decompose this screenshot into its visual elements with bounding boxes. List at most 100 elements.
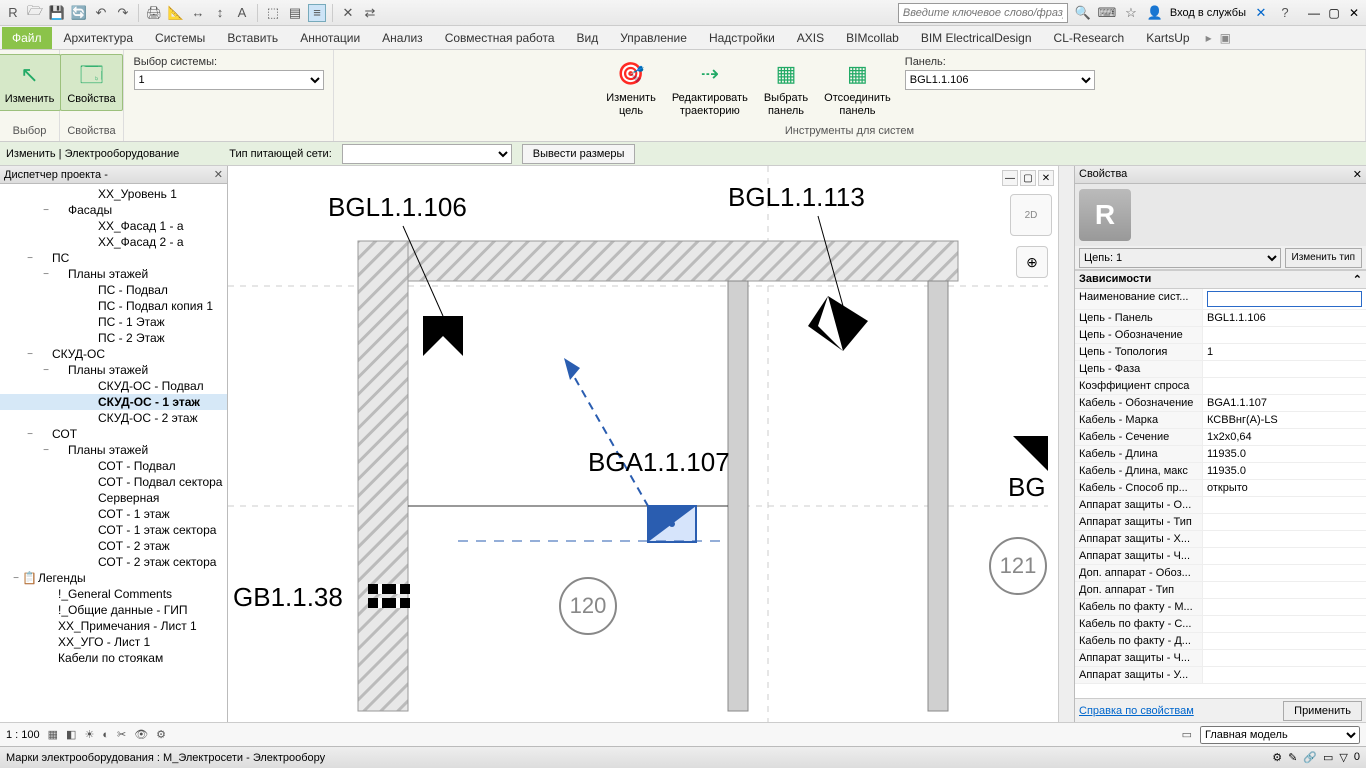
project-tree[interactable]: XX_Уровень 1−ФасадыXX_Фасад 1 - аXX_Фаса… [0,184,227,722]
workset-select[interactable]: Главная модель [1200,726,1360,744]
reveal-icon[interactable]: ⚙ [156,728,166,741]
tree-node[interactable]: СОТ - 2 этаж сектора [0,554,227,570]
tree-node[interactable]: СОТ - 1 этаж сектора [0,522,227,538]
tab-addins[interactable]: Надстройки [699,27,785,49]
search-icon[interactable]: 🔍 [1074,4,1092,22]
maximize-icon[interactable]: ▢ [1326,6,1342,20]
property-row[interactable]: Цепь - Топология1 [1075,344,1366,361]
property-row[interactable]: Коэффициент спроса [1075,378,1366,395]
tab-annotations[interactable]: Аннотации [290,27,370,49]
property-row[interactable]: Аппарат защиты - Тип [1075,514,1366,531]
status-select-icon[interactable]: ▭ [1323,751,1333,764]
property-row[interactable]: Аппарат защиты - У... [1075,667,1366,684]
property-grid[interactable]: Зависимости⌃ Наименование сист...Цепь - … [1075,270,1366,698]
property-row[interactable]: Аппарат защиты - Х... [1075,531,1366,548]
property-row[interactable]: Кабель - МаркаКСВВнг(А)-LS [1075,412,1366,429]
search-input[interactable] [898,3,1068,23]
tree-node[interactable]: Серверная [0,490,227,506]
tree-node[interactable]: Кабели по стоякам [0,650,227,666]
tree-node[interactable]: СОТ - 1 этаж [0,506,227,522]
tab-file[interactable]: Файл [2,27,52,49]
property-row[interactable]: Кабель - ОбозначениеBGA1.1.107 [1075,395,1366,412]
tab-insert[interactable]: Вставить [217,27,288,49]
tree-node[interactable]: !_Общие данные - ГИП [0,602,227,618]
3d-icon[interactable]: ⬚ [264,4,282,22]
tree-node[interactable]: СОТ - Подвал сектора [0,474,227,490]
close-window-icon[interactable]: ✕ [1346,6,1362,20]
tab-systems[interactable]: Системы [145,27,215,49]
tree-node[interactable]: СОТ - Подвал [0,458,227,474]
tree-node[interactable]: −СОТ [0,426,227,442]
tree-node[interactable]: XX_УГО - Лист 1 [0,634,227,650]
select-panel-button[interactable]: ▦Выбрать панель [758,54,814,121]
tab-architecture[interactable]: Архитектура [54,27,144,49]
tab-axis[interactable]: AXIS [787,27,834,49]
sync-icon[interactable]: 🔄 [70,4,88,22]
edit-type-button[interactable]: Изменить тип [1285,248,1362,268]
property-row[interactable]: Цепь - ПанельBGL1.1.106 [1075,310,1366,327]
property-row[interactable]: Наименование сист... [1075,289,1366,310]
tabs-overflow-icon[interactable]: ▸ [1206,31,1212,45]
properties-help-link[interactable]: Справка по свойствам [1079,705,1194,717]
tab-view[interactable]: Вид [567,27,609,49]
redo-icon[interactable]: ↷ [114,4,132,22]
tree-node[interactable]: XX_Примечания - Лист 1 [0,618,227,634]
tree-node[interactable]: СОТ - 2 этаж [0,538,227,554]
align-icon[interactable]: ↔ [189,4,207,22]
user-icon[interactable]: 👤 [1146,4,1164,22]
open-icon[interactable]: 🗁 [26,4,44,22]
tree-node[interactable]: −Фасады [0,202,227,218]
section-icon[interactable]: ▤ [286,4,304,22]
tab-analysis[interactable]: Анализ [372,27,433,49]
tree-node[interactable]: −Планы этажей [0,362,227,378]
property-row[interactable]: Доп. аппарат - Тип [1075,582,1366,599]
tree-node[interactable]: −Планы этажей [0,442,227,458]
app-icon[interactable]: R [4,4,22,22]
output-dims-button[interactable]: Вывести размеры [522,144,636,164]
tree-node[interactable]: ПС - Подвал копия 1 [0,298,227,314]
tab-bimcollab[interactable]: BIMcollab [836,27,909,49]
tree-node[interactable]: ПС - 2 Этаж [0,330,227,346]
detach-panel-button[interactable]: ▦Отсоединить панель [818,54,897,121]
property-row[interactable]: Кабель по факту - М... [1075,599,1366,616]
tree-node[interactable]: СКУД-ОС - Подвал [0,378,227,394]
keys-icon[interactable]: ⌨ [1098,4,1116,22]
sun-icon[interactable]: ☀ [84,728,94,741]
switch-icon[interactable]: ⇄ [361,4,379,22]
property-row[interactable]: Аппарат защиты - Ч... [1075,548,1366,565]
text-icon[interactable]: A [233,4,251,22]
system-select[interactable]: 1 [134,70,324,90]
tree-node[interactable]: −📋Легенды [0,570,227,586]
select-mode-icon[interactable]: ▭ [1182,728,1192,741]
apply-button[interactable]: Применить [1283,701,1362,721]
tree-node[interactable]: СКУД-ОС - 1 этаж [0,394,227,410]
panel-select[interactable]: BGL1.1.106 [905,70,1095,90]
type-selector[interactable]: Цепь: 1 [1079,248,1281,268]
tab-manage[interactable]: Управление [610,27,697,49]
hide-icon[interactable]: 👁 [134,728,148,741]
dim-icon[interactable]: ↕ [211,4,229,22]
detail-icon[interactable]: ▦ [48,728,58,741]
save-icon[interactable]: 💾 [48,4,66,22]
tree-node[interactable]: −ПС [0,250,227,266]
crop-icon[interactable]: ✂ [117,728,126,741]
print-icon[interactable]: 🖨 [145,4,163,22]
modify-button[interactable]: ↖ Изменить [0,54,61,111]
tree-node[interactable]: −СКУД-ОС [0,346,227,362]
property-row[interactable]: Кабель - Способ пр...открыто [1075,480,1366,497]
category-collapse-icon[interactable]: ⌃ [1353,273,1362,286]
tree-node[interactable]: ПС - 1 Этаж [0,314,227,330]
net-type-select[interactable] [342,144,512,164]
property-row[interactable]: Цепь - Обозначение [1075,327,1366,344]
shadow-icon[interactable]: ◐ [102,729,109,741]
thin-lines-icon[interactable]: ≡ [308,4,326,22]
tab-bim-elec[interactable]: BIM ElectricalDesign [911,27,1042,49]
undo-icon[interactable]: ↶ [92,4,110,22]
measure-icon[interactable]: 📐 [167,4,185,22]
status-editable-icon[interactable]: ✎ [1288,751,1297,764]
property-row[interactable]: Кабель - Длина11935.0 [1075,446,1366,463]
tab-collaborate[interactable]: Совместная работа [435,27,565,49]
login-link[interactable]: Вход в службы [1170,7,1246,19]
browser-close-icon[interactable]: ✕ [214,168,223,181]
scale-label[interactable]: 1 : 100 [6,729,40,741]
